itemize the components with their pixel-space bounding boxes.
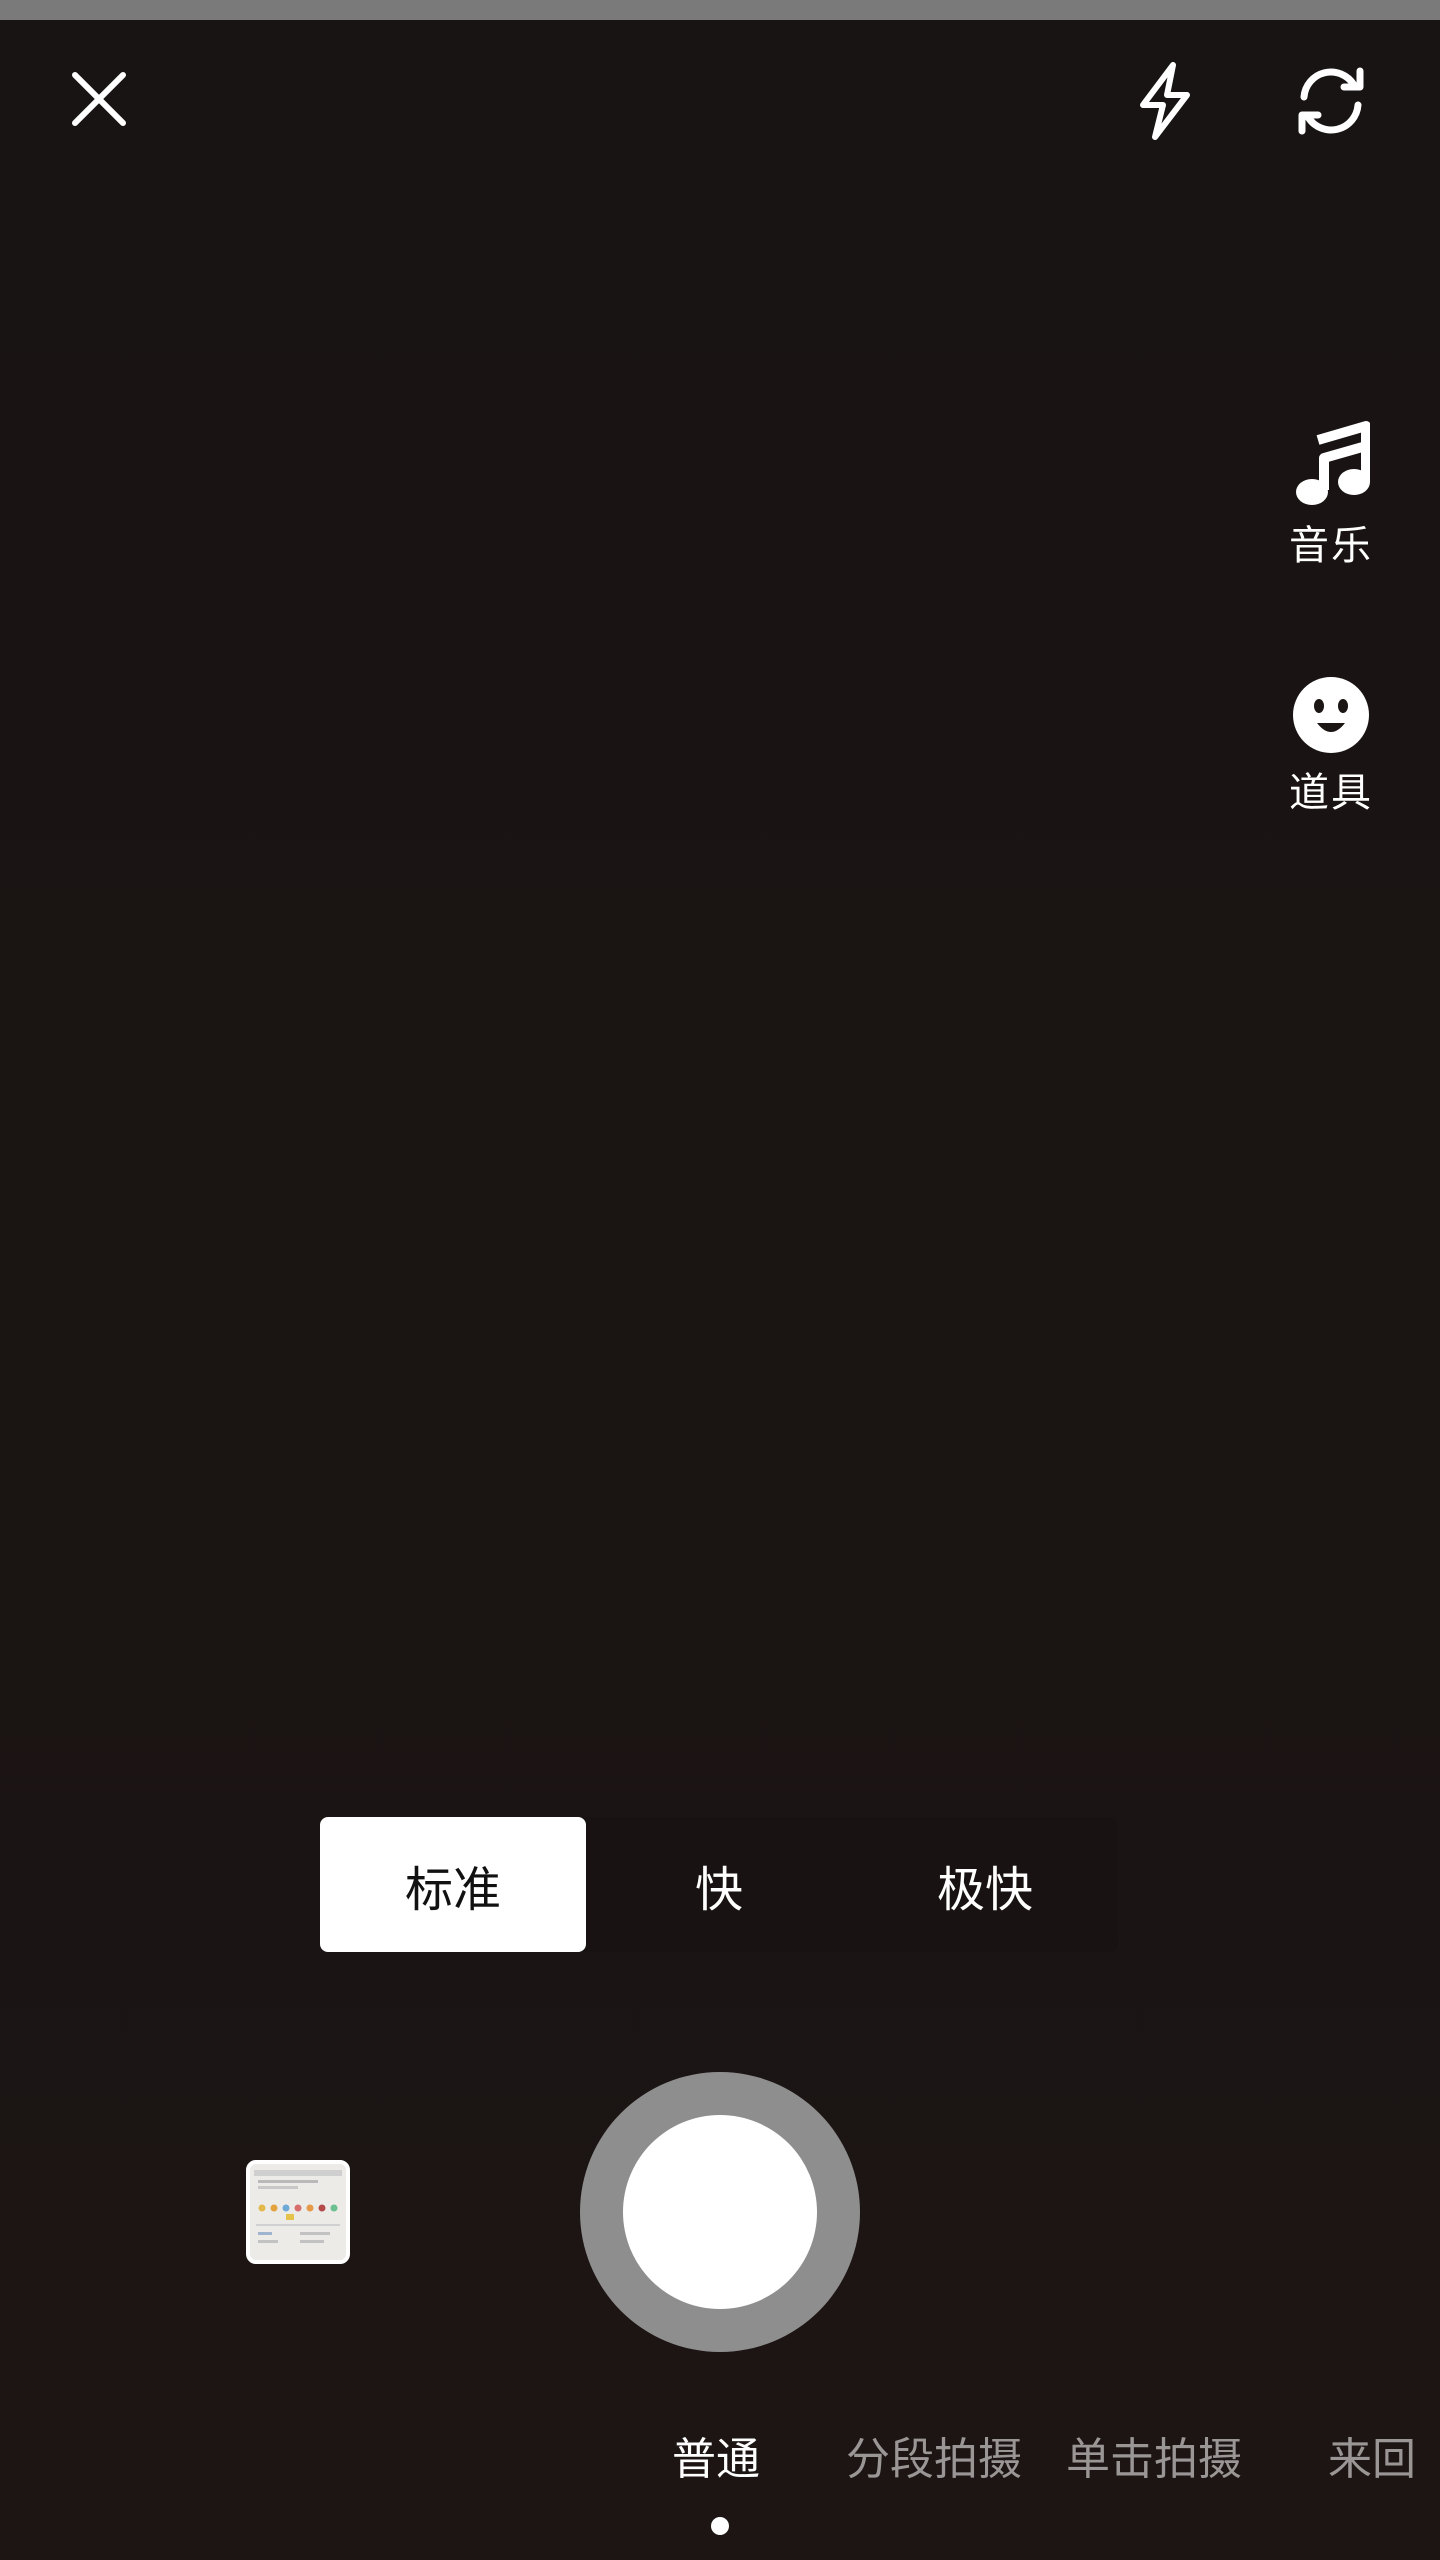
props-button[interactable]: 道具 — [1261, 675, 1401, 817]
status-bar — [0, 0, 1440, 20]
smiley-face-icon — [1293, 677, 1369, 753]
mode-tab-normal[interactable]: 普通 — [672, 2425, 760, 2495]
flash-button[interactable] — [1122, 58, 1208, 144]
speed-selector: 标准 快 极快 — [320, 1817, 1118, 1952]
shutter-inner — [623, 2115, 817, 2309]
close-icon — [72, 72, 126, 126]
speed-option-fast[interactable]: 快 — [586, 1817, 852, 1952]
mode-tab-single-tap[interactable]: 单击拍摄 — [1066, 2425, 1242, 2495]
flip-camera-button[interactable] — [1285, 58, 1377, 144]
mode-tab-boomerang[interactable]: 来回 — [1328, 2425, 1416, 2495]
gallery-thumbnail[interactable] — [246, 2160, 350, 2264]
close-button[interactable] — [58, 58, 140, 140]
mode-tab-segmented[interactable]: 分段拍摄 — [846, 2425, 1022, 2495]
flash-icon — [1140, 62, 1190, 140]
music-button[interactable]: 音乐 — [1261, 420, 1401, 570]
camera-screen: 音乐 道具 标准 快 极快 普通 分段拍摄 单击拍摄 来回 — [0, 0, 1440, 2560]
gallery-preview-image — [250, 2164, 346, 2260]
music-label: 音乐 — [1289, 523, 1373, 569]
speed-option-very-fast[interactable]: 极快 — [852, 1817, 1118, 1952]
mode-tabs: 普通 分段拍摄 单击拍摄 来回 — [0, 2425, 1440, 2495]
props-label: 道具 — [1289, 770, 1373, 816]
speed-option-standard[interactable]: 标准 — [320, 1817, 586, 1952]
music-note-icon — [1296, 421, 1370, 505]
flip-camera-icon — [1298, 67, 1364, 135]
shutter-button[interactable] — [580, 2072, 860, 2352]
mode-indicator-dot — [711, 2517, 729, 2535]
